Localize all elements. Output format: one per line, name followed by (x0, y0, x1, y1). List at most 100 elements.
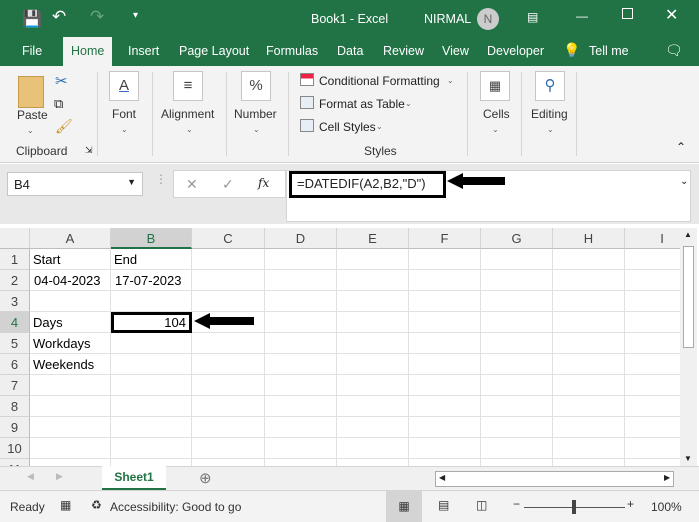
row-header-11[interactable]: 11 (0, 459, 30, 466)
cell-H10[interactable] (553, 438, 625, 459)
formula-input[interactable]: =DATEDIF(A2,B2,"D") (289, 171, 446, 198)
cell-B2[interactable]: 17-07-2023 (111, 270, 192, 291)
cell-E9[interactable] (337, 417, 409, 438)
row-header-8[interactable]: 8 (0, 396, 30, 417)
cell-H2[interactable] (553, 270, 625, 291)
cell-E6[interactable] (337, 354, 409, 375)
cell-G4[interactable] (481, 312, 553, 333)
paste-button[interactable]: Paste (17, 108, 48, 122)
cell-G9[interactable] (481, 417, 553, 438)
cell-A10[interactable] (30, 438, 111, 459)
column-header-C[interactable]: C (192, 228, 265, 249)
cell-C9[interactable] (192, 417, 265, 438)
format-painter-icon[interactable]: 🖌 (55, 118, 73, 135)
select-all-corner[interactable] (0, 228, 30, 249)
tab-developer[interactable]: Developer (487, 44, 544, 58)
add-sheet-icon[interactable]: ⊕ (199, 469, 212, 487)
ribbon-display-icon[interactable]: ▤ (527, 10, 538, 24)
collapse-ribbon-icon[interactable]: ⌃ (676, 140, 686, 154)
copy-icon[interactable]: ⧉ (54, 96, 63, 112)
cell-D10[interactable] (265, 438, 337, 459)
cell-A7[interactable] (30, 375, 111, 396)
paste-icon[interactable] (18, 76, 44, 108)
cell-A1[interactable]: Start (30, 249, 111, 270)
cell-C1[interactable] (192, 249, 265, 270)
cell-B5[interactable] (111, 333, 192, 354)
cell-B10[interactable] (111, 438, 192, 459)
vertical-scrollbar[interactable]: ▲ ▼ (680, 228, 697, 466)
scroll-thumb[interactable] (683, 246, 694, 348)
cell-I11[interactable] (625, 459, 680, 466)
column-header-A[interactable]: A (30, 228, 111, 249)
cell-E10[interactable] (337, 438, 409, 459)
cell-G7[interactable] (481, 375, 553, 396)
cell-F5[interactable] (409, 333, 481, 354)
name-box[interactable]: B4 ▼ (7, 172, 143, 196)
cell-G1[interactable] (481, 249, 553, 270)
cell-D6[interactable] (265, 354, 337, 375)
comments-icon[interactable]: 🗨 (665, 42, 683, 59)
cell-F4[interactable] (409, 312, 481, 333)
cell-H8[interactable] (553, 396, 625, 417)
cell-G3[interactable] (481, 291, 553, 312)
cell-D5[interactable] (265, 333, 337, 354)
undo-icon[interactable]: ↶ (52, 7, 66, 27)
cell-B9[interactable] (111, 417, 192, 438)
cell-H9[interactable] (553, 417, 625, 438)
row-header-9[interactable]: 9 (0, 417, 30, 438)
cell-I6[interactable] (625, 354, 680, 375)
cell-F6[interactable] (409, 354, 481, 375)
editing-button[interactable]: Editing (531, 107, 568, 121)
cell-F1[interactable] (409, 249, 481, 270)
dialog-launcher-icon[interactable]: ⇲ (85, 145, 93, 156)
cell-D9[interactable] (265, 417, 337, 438)
zoom-level[interactable]: 100% (651, 500, 682, 514)
alignment-button[interactable]: Alignment (161, 107, 214, 121)
cell-H7[interactable] (553, 375, 625, 396)
cell-D1[interactable] (265, 249, 337, 270)
cell-D11[interactable] (265, 459, 337, 466)
cell-I8[interactable] (625, 396, 680, 417)
cell-A2[interactable]: 04-04-2023 (30, 270, 111, 291)
cell-A5[interactable]: Workdays (30, 333, 111, 354)
horizontal-scrollbar[interactable]: ◀ ▶ (435, 471, 674, 487)
row-header-1[interactable]: 1 (0, 249, 30, 270)
insert-function-button[interactable]: fx (258, 176, 269, 190)
cell-E1[interactable] (337, 249, 409, 270)
cell-H4[interactable] (553, 312, 625, 333)
avatar[interactable]: N (477, 8, 499, 30)
cell-I10[interactable] (625, 438, 680, 459)
tab-insert[interactable]: Insert (128, 44, 159, 58)
cell-I1[interactable] (625, 249, 680, 270)
number-icon[interactable]: % (241, 71, 271, 101)
page-layout-view-icon[interactable]: ▤ (438, 498, 449, 512)
cell-C2[interactable] (192, 270, 265, 291)
cell-G10[interactable] (481, 438, 553, 459)
column-header-I[interactable]: I (625, 228, 680, 249)
row-header-2[interactable]: 2 (0, 270, 30, 291)
find-icon[interactable]: ⚲ (535, 71, 565, 101)
accessibility-status[interactable]: Accessibility: Good to go (110, 500, 241, 514)
cell-C10[interactable] (192, 438, 265, 459)
tab-data[interactable]: Data (337, 44, 363, 58)
cell-A8[interactable] (30, 396, 111, 417)
cell-H1[interactable] (553, 249, 625, 270)
cell-D2[interactable] (265, 270, 337, 291)
cell-A4[interactable]: Days (30, 312, 111, 333)
cell-F7[interactable] (409, 375, 481, 396)
number-button[interactable]: Number (234, 107, 277, 121)
zoom-out-icon[interactable]: − (513, 497, 520, 511)
conditional-formatting-button[interactable]: Conditional Formatting (319, 74, 440, 88)
cut-icon[interactable]: ✂ (55, 72, 68, 90)
tab-home[interactable]: Home (63, 37, 113, 66)
macro-icon[interactable]: ▦ (60, 498, 71, 512)
cell-A11[interactable] (30, 459, 111, 466)
cell-H6[interactable] (553, 354, 625, 375)
cell-D7[interactable] (265, 375, 337, 396)
cell-I5[interactable] (625, 333, 680, 354)
cell-B4[interactable]: 104 (111, 312, 192, 333)
cell-F11[interactable] (409, 459, 481, 466)
cell-E3[interactable] (337, 291, 409, 312)
cell-E5[interactable] (337, 333, 409, 354)
cell-G8[interactable] (481, 396, 553, 417)
